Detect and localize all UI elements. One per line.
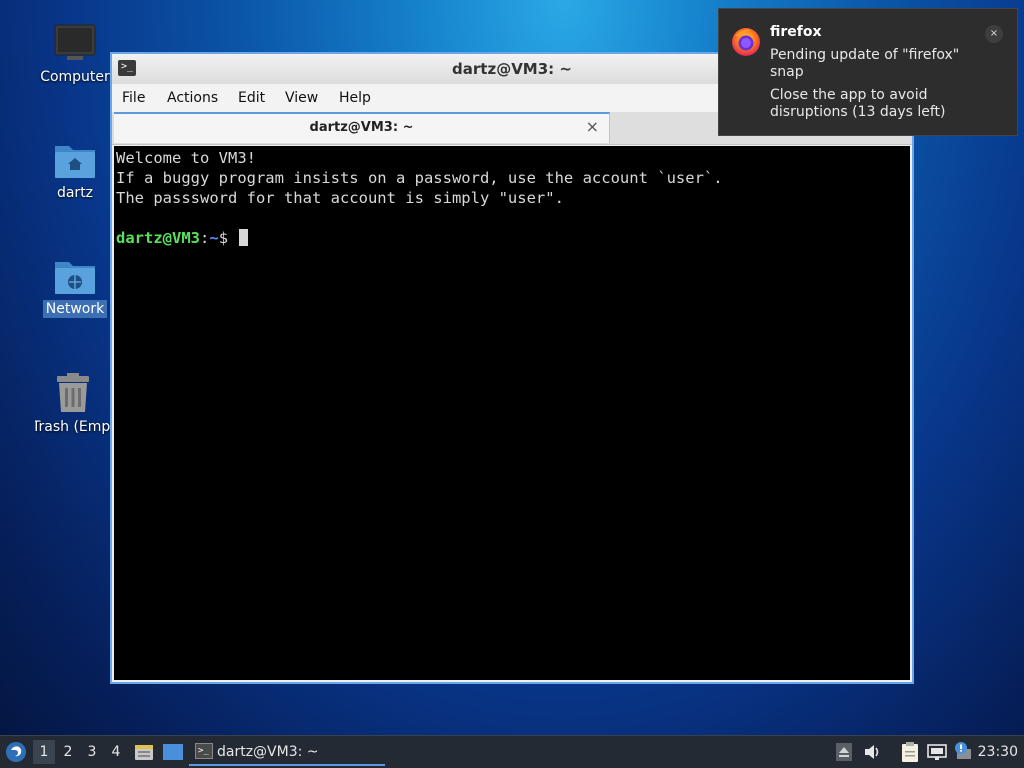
taskbar: 1 2 3 4 >_ dartz@VM3: ~ 23:30 <box>0 735 1024 768</box>
eject-icon[interactable] <box>836 743 852 761</box>
notification-close-icon[interactable]: × <box>985 25 1003 43</box>
menu-file[interactable]: File <box>122 90 145 106</box>
clipboard-icon[interactable] <box>901 742 919 762</box>
app-menu-icon[interactable] <box>5 741 27 763</box>
notification-app-name: firefox <box>770 24 822 40</box>
notification-body: Pending update of "firefox" snap Close t… <box>770 47 995 127</box>
desktop-icon-label: dartz <box>56 185 94 201</box>
show-desktop-icon[interactable] <box>162 743 184 761</box>
firefox-icon <box>732 28 760 56</box>
terminal-window[interactable]: >_ dartz@VM3: ~ File Actions Edit View H… <box>110 52 914 684</box>
desktop-icon-home[interactable]: dartz <box>35 140 115 202</box>
tab-close-icon[interactable]: × <box>586 117 599 136</box>
terminal-line: Welcome to VM3! <box>116 149 256 167</box>
taskbar-item-label: dartz@VM3: ~ <box>217 744 319 760</box>
terminal-line: If a buggy program insists on a password… <box>116 169 723 187</box>
home-folder-icon <box>55 146 95 178</box>
workspace-1[interactable]: 1 <box>33 740 55 764</box>
trash-icon <box>56 373 89 412</box>
terminal-output[interactable]: Welcome to VM3! If a buggy program insist… <box>114 146 910 680</box>
terminal-icon: >_ <box>195 743 213 759</box>
desktop-icon-network[interactable]: Network <box>35 256 115 318</box>
desktop-icon-trash[interactable]: Trash (Empty) <box>35 372 110 436</box>
notification-message: Close the app to avoid disruptions (13 d… <box>770 87 946 120</box>
text-cursor <box>239 229 249 246</box>
desktop-icon-label: Trash (Empty) <box>35 419 110 435</box>
network-folder-icon <box>55 262 95 294</box>
computer-icon <box>54 24 96 60</box>
terminal-line: The passsword for that account is simply… <box>116 189 564 207</box>
menu-help[interactable]: Help <box>339 90 371 106</box>
menu-actions[interactable]: Actions <box>167 90 218 106</box>
file-manager-icon[interactable] <box>134 742 154 762</box>
menu-view[interactable]: View <box>285 90 318 106</box>
notification-popup[interactable]: firefox × Pending update of "firefox" sn… <box>718 8 1018 136</box>
desktop-icon-label: Computer <box>40 69 110 85</box>
prompt-colon: : <box>200 229 210 247</box>
prompt-path: ~ <box>209 229 219 247</box>
workspace-4[interactable]: 4 <box>105 740 127 764</box>
menu-edit[interactable]: Edit <box>238 90 265 106</box>
clock[interactable]: 23:30 <box>978 736 1018 768</box>
taskbar-item-terminal[interactable]: >_ dartz@VM3: ~ <box>189 738 385 766</box>
desktop-icon-label: Network <box>42 300 108 318</box>
workspace-2[interactable]: 2 <box>57 740 79 764</box>
update-notifier-icon[interactable] <box>953 741 973 761</box>
prompt-user: dartz@VM3 <box>116 229 200 247</box>
volume-icon[interactable] <box>864 744 882 760</box>
desktop-icon-computer[interactable]: Computer <box>35 24 115 86</box>
prompt-symbol: $ <box>218 229 238 247</box>
tab-terminal[interactable]: dartz@VM3: ~ × <box>114 112 610 143</box>
workspace-3[interactable]: 3 <box>81 740 103 764</box>
network-status-icon[interactable] <box>927 744 947 760</box>
tab-label: dartz@VM3: ~ <box>309 120 414 135</box>
notification-message: Pending update of "firefox" snap <box>770 47 960 80</box>
terminal-prompt: dartz@VM3:~$ <box>116 228 908 248</box>
